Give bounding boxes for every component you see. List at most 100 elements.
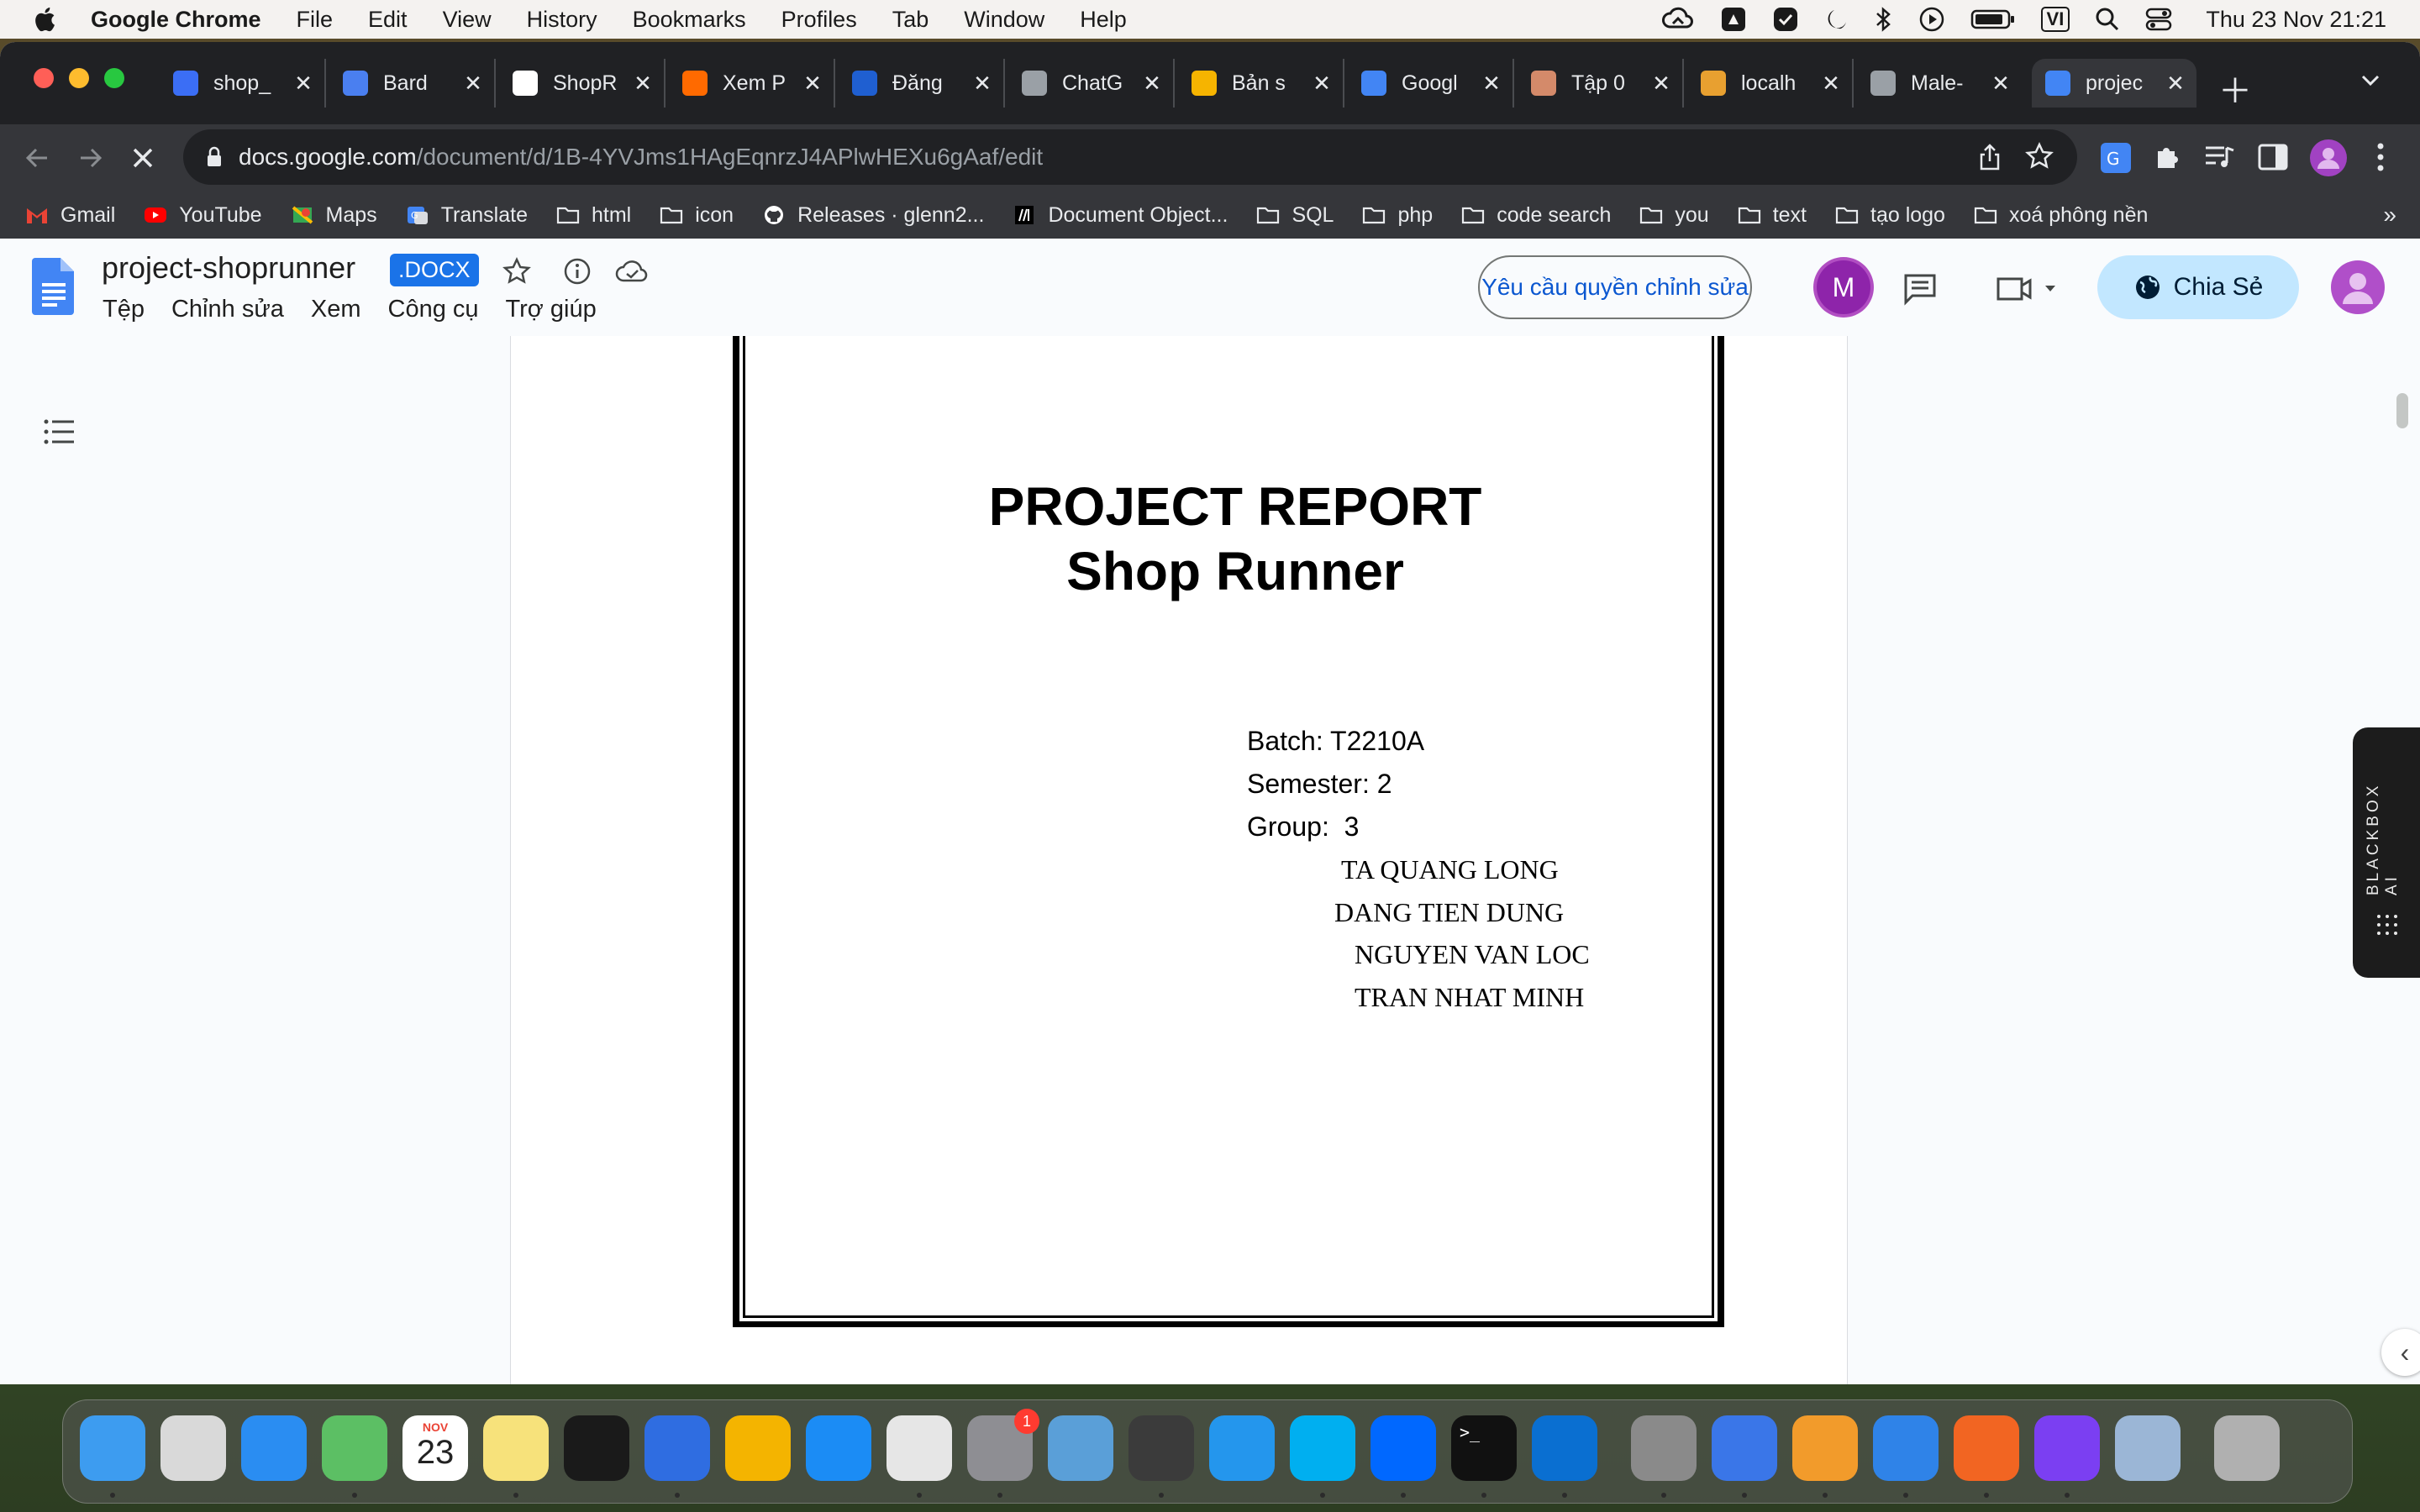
bluetooth-icon[interactable] (1875, 6, 1893, 33)
input-source-indicator[interactable]: VI (2040, 7, 2070, 32)
document-canvas[interactable]: PROJECT REPORT Shop Runner Batch: T2210A… (0, 336, 2420, 1384)
dock-zalo-icon[interactable] (1370, 1415, 1436, 1481)
bookmark-folder-php[interactable]: php (1362, 203, 1433, 228)
tab-close-icon[interactable]: ✕ (1990, 71, 2012, 97)
tab-male[interactable]: Male- ✕ (1857, 59, 2022, 108)
dock-finder-icon[interactable] (80, 1415, 145, 1481)
menu-history[interactable]: History (527, 7, 597, 33)
dock-activity-monitor-icon[interactable] (564, 1415, 629, 1481)
request-edit-access-button[interactable]: Yêu cầu quyền chỉnh sửa (1478, 255, 1752, 319)
menu-profiles[interactable]: Profiles (781, 7, 857, 33)
bookmark-github-releases[interactable]: Releases · glenn2... (762, 203, 984, 228)
tab-tap[interactable]: Tập 0 ✕ (1518, 59, 1684, 108)
document-outline-icon[interactable] (42, 417, 76, 451)
docs-menu-view[interactable]: Xem (311, 296, 361, 323)
tab-close-icon[interactable]: ✕ (1481, 71, 1502, 97)
tab-close-icon[interactable]: ✕ (1650, 71, 1672, 97)
tab-close-icon[interactable]: ✕ (2165, 71, 2186, 97)
bookmark-folder-tao-logo[interactable]: tạo logo (1835, 203, 1945, 228)
dock-docker-icon[interactable] (1209, 1415, 1275, 1481)
dock-docs-icon[interactable] (644, 1415, 710, 1481)
bookmarks-overflow-chevron-icon[interactable]: » (2383, 202, 2396, 228)
bookmark-mdn-dom[interactable]: Document Object... (1013, 203, 1228, 228)
bookmark-star-icon[interactable] (2025, 142, 2054, 176)
dock-app-store-icon[interactable] (806, 1415, 871, 1481)
docs-menu-edit[interactable]: Chỉnh sửa (171, 296, 284, 323)
account-avatar[interactable] (2331, 260, 2385, 314)
tab-shoprunner[interactable]: ShopR ✕ (499, 59, 666, 108)
docs-menu-help[interactable]: Trợ giúp (506, 296, 597, 323)
maximize-window-button[interactable] (104, 68, 124, 88)
tab-close-icon[interactable]: ✕ (1311, 71, 1333, 97)
menu-edit[interactable]: Edit (368, 7, 408, 33)
dock-system-settings-icon[interactable]: 1 (967, 1409, 1039, 1481)
tab-chatgpt[interactable]: ChatG ✕ (1008, 59, 1175, 108)
side-panel-chevron-icon[interactable]: ‹ (2381, 1329, 2420, 1376)
share-page-icon[interactable] (1976, 143, 2003, 177)
menu-window[interactable]: Window (964, 7, 1044, 33)
dock-safari-icon[interactable] (241, 1415, 307, 1481)
dock-pages-icon[interactable] (1792, 1415, 1858, 1481)
battery-icon[interactable] (1970, 8, 2016, 30)
tab-close-icon[interactable]: ✕ (802, 71, 823, 97)
dock-preview-icon[interactable] (2115, 1415, 2181, 1481)
bookmark-gmail[interactable]: Gmail (25, 203, 115, 228)
dock-sublime-text-icon[interactable] (1128, 1415, 1194, 1481)
minimize-window-button[interactable] (69, 68, 89, 88)
dock-phpstorm-icon[interactable] (2034, 1415, 2100, 1481)
forward-arrow-icon[interactable] (76, 143, 106, 177)
tab-dang[interactable]: Đăng ✕ (839, 59, 1005, 108)
blackbox-ai-panel-tab[interactable]: BLACKBOX AI (2353, 727, 2420, 978)
tab-localhost[interactable]: localh ✕ (1687, 59, 1854, 108)
control-center-icon[interactable] (2145, 7, 2172, 32)
dock-terminal-icon[interactable]: >_ (1451, 1415, 1517, 1481)
tab-shop[interactable]: shop_ ✕ (160, 59, 326, 108)
tab-close-icon[interactable]: ✕ (292, 71, 314, 97)
collaborator-avatar[interactable]: M (1817, 260, 1870, 314)
site-info-icon[interactable] (205, 145, 224, 169)
comments-icon[interactable] (1902, 272, 1938, 310)
browser-menu-kebab-icon[interactable] (2375, 141, 2386, 177)
close-window-button[interactable] (34, 68, 54, 88)
browser-profile-avatar[interactable] (2309, 139, 2348, 181)
tab-close-icon[interactable]: ✕ (462, 71, 484, 97)
docs-menu-file[interactable]: Tệp (103, 296, 145, 323)
play-icon[interactable] (1918, 6, 1945, 33)
dock-vscode-icon[interactable] (1532, 1415, 1597, 1481)
dock-db-tool-icon[interactable] (1048, 1415, 1113, 1481)
bookmark-folder-sql[interactable]: SQL (1256, 203, 1334, 228)
bookmark-folder-code-search[interactable]: code search (1461, 203, 1611, 228)
document-page[interactable]: PROJECT REPORT Shop Runner Batch: T2210A… (510, 336, 1848, 1384)
document-info-icon[interactable] (563, 257, 592, 290)
menu-help[interactable]: Help (1080, 7, 1127, 33)
tab-ban[interactable]: Bản s ✕ (1178, 59, 1344, 108)
tab-close-icon[interactable]: ✕ (1820, 71, 1842, 97)
bookmark-folder-text[interactable]: text (1738, 203, 1807, 228)
dock-trash-icon[interactable] (2214, 1415, 2280, 1481)
tab-project-active[interactable]: projec ✕ (2032, 59, 2196, 108)
bookmark-folder-xoa-phong-nen[interactable]: xoá phông nền (1974, 203, 2148, 228)
dock-launchpad-icon[interactable] (160, 1415, 226, 1481)
cloud-saved-icon[interactable] (615, 259, 649, 288)
tab-close-icon[interactable]: ✕ (632, 71, 654, 97)
dock-keynote-icon[interactable] (1873, 1415, 1939, 1481)
menu-bookmarks[interactable]: Bookmarks (633, 7, 746, 33)
dock-notes-icon[interactable] (483, 1415, 549, 1481)
tab-google[interactable]: Googl ✕ (1348, 59, 1514, 108)
stop-loading-icon[interactable] (128, 143, 158, 177)
dock-calendar-icon[interactable]: NOV 23 (402, 1415, 468, 1481)
back-arrow-icon[interactable] (22, 143, 52, 177)
tab-search-chevron-icon[interactable] (2358, 67, 2383, 97)
docs-logo-icon[interactable] (32, 258, 76, 319)
cloud-sync-icon[interactable] (1661, 7, 1695, 32)
extensions-puzzle-icon[interactable] (2151, 141, 2183, 177)
google-translate-ext-icon[interactable]: G (2099, 141, 2133, 179)
menubar-clock[interactable]: Thu 23 Nov 21:21 (2206, 7, 2386, 33)
drive-icon[interactable] (1720, 6, 1747, 33)
side-panel-icon[interactable] (2257, 141, 2289, 177)
dock-chrome-icon[interactable] (886, 1415, 952, 1481)
dock-skype-icon[interactable] (1290, 1415, 1355, 1481)
menu-tab[interactable]: Tab (892, 7, 929, 33)
bookmark-folder-html[interactable]: html (556, 203, 631, 228)
menu-file[interactable]: File (297, 7, 334, 33)
